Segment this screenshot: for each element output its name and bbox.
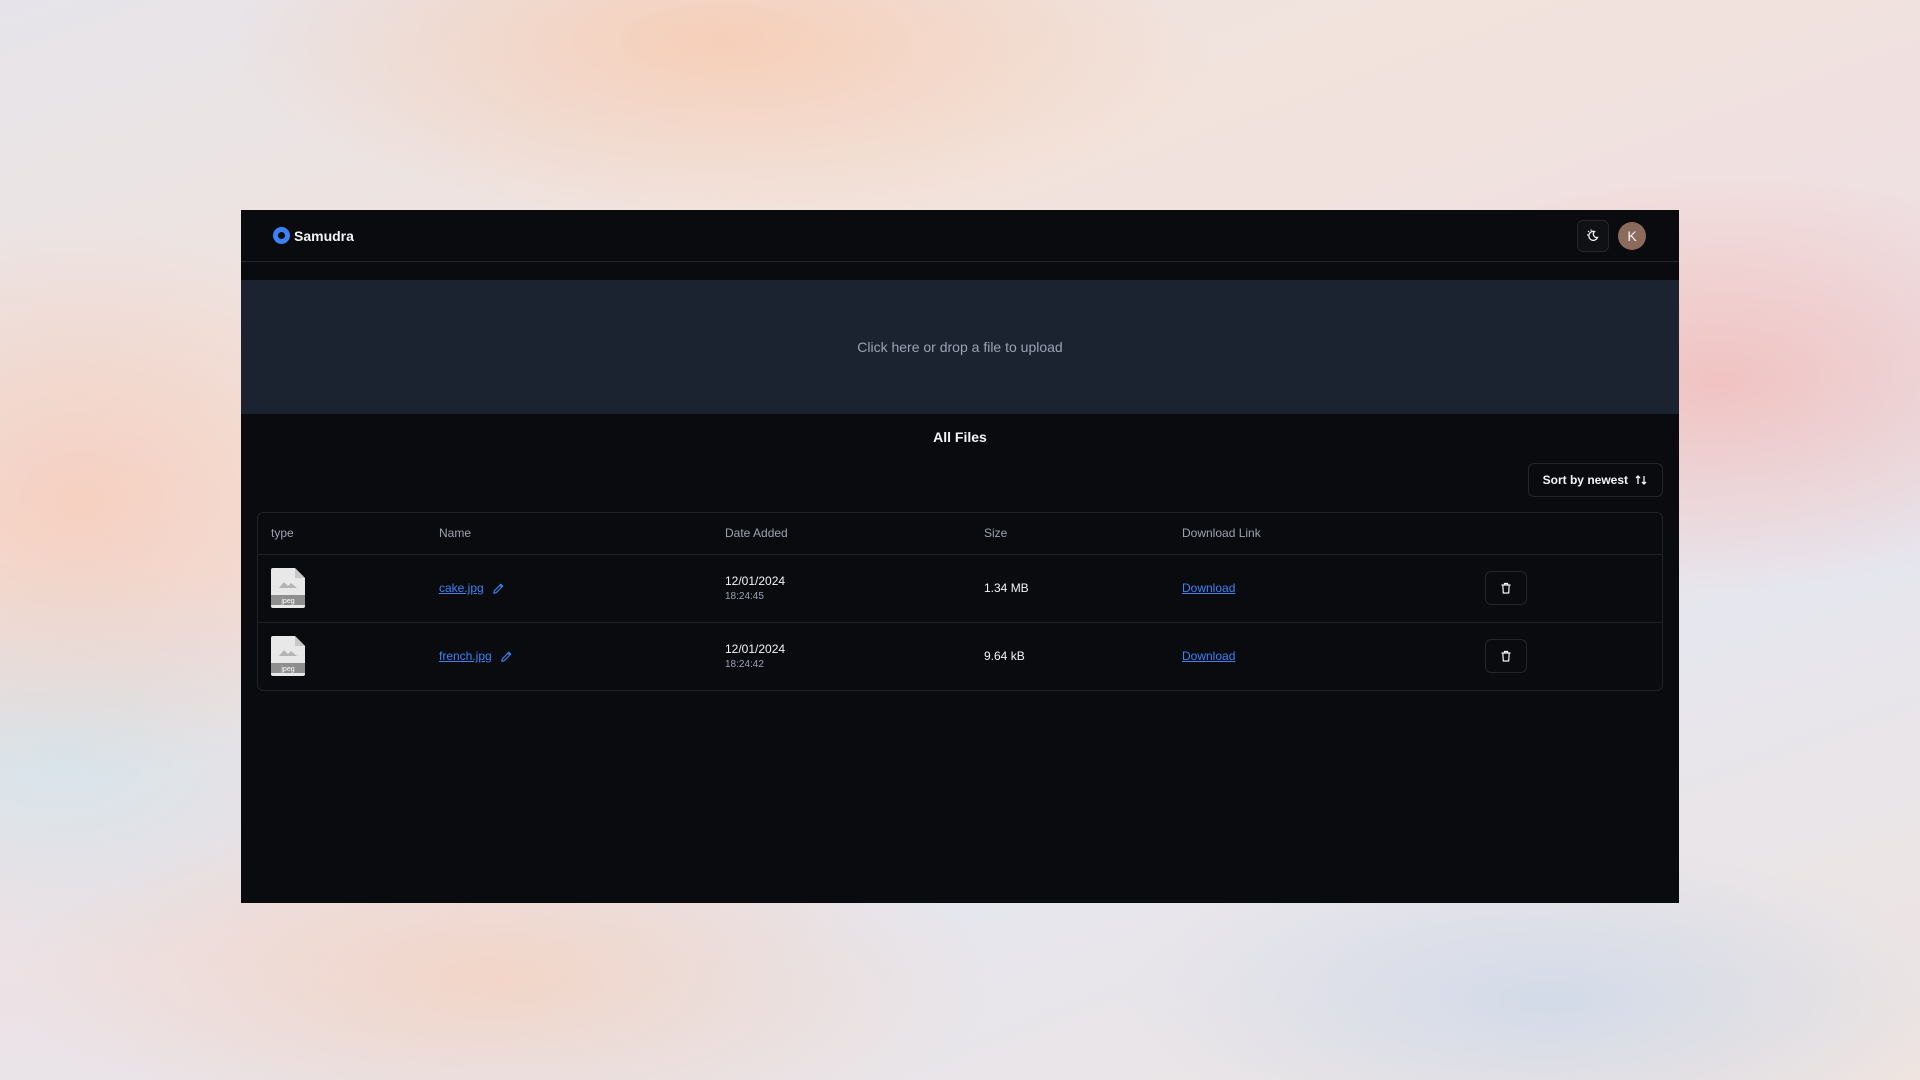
download-cell: Download: [1169, 622, 1472, 690]
user-avatar[interactable]: K: [1618, 221, 1646, 250]
top-bar: Samudra K: [241, 210, 1679, 262]
theme-toggle-button[interactable]: [1577, 219, 1609, 252]
top-actions: K: [1577, 219, 1646, 252]
file-name-link[interactable]: cake.jpg: [439, 581, 484, 595]
section-title: All Files: [933, 429, 987, 445]
download-cell: Download: [1169, 554, 1472, 623]
type-cell: jpeg: [258, 554, 426, 623]
jpeg-file-icon: jpeg: [271, 568, 305, 608]
type-cell: jpeg: [258, 622, 426, 690]
delete-button[interactable]: [1485, 639, 1527, 674]
upload-dropzone[interactable]: Click here or drop a file to upload: [241, 280, 1679, 414]
upload-label: Click here or drop a file to upload: [857, 339, 1063, 355]
column-header-type: type: [258, 513, 426, 555]
actions-cell: [1472, 554, 1662, 623]
date-added: 12/01/2024: [725, 574, 786, 588]
trash-icon: [1501, 651, 1511, 662]
sort-button[interactable]: Sort by newest: [1527, 463, 1663, 497]
theme-toggle-icon: [1587, 229, 1599, 241]
pencil-icon[interactable]: [492, 582, 505, 595]
column-header-date: Date Added: [712, 513, 971, 555]
column-header-size: Size: [971, 513, 1169, 555]
pencil-icon[interactable]: [500, 650, 513, 663]
actions-cell: [1472, 622, 1662, 690]
column-header-download: Download Link: [1169, 513, 1472, 555]
size-cell: 1.34 MB: [971, 554, 1169, 623]
size-cell: 9.64 kB: [984, 649, 1025, 664]
column-header-actions: [1472, 513, 1662, 555]
date-cell: 12/01/2024 18:24:45: [712, 554, 971, 623]
jpeg-file-icon: jpeg: [271, 636, 305, 677]
table-header-row: type Name Date Added Size Download Link: [258, 513, 1662, 555]
samudra-logo-icon: [273, 227, 290, 244]
table-row: jpeg french.jpg 12/01/2024 18:24:42 9.64…: [258, 622, 1662, 690]
name-cell: french.jpg: [426, 622, 712, 690]
trash-icon: [1501, 582, 1511, 594]
time-added: 18:24:45: [725, 591, 764, 602]
date-added: 12/01/2024: [725, 642, 786, 657]
time-added: 18:24:42: [725, 659, 764, 671]
download-link[interactable]: Download: [1182, 649, 1235, 663]
app-window: Samudra K Click here or drop a file to u…: [241, 210, 1679, 903]
sort-button-label: Sort by newest: [1542, 473, 1628, 487]
table-row: jpeg cake.jpg 12/01/2024 18:24:45 1.34 M…: [258, 554, 1662, 623]
file-type-label: jpeg: [280, 598, 294, 605]
name-cell: cake.jpg: [426, 554, 712, 623]
sort-arrows-icon: [1635, 475, 1647, 485]
file-name-link[interactable]: french.jpg: [439, 649, 492, 663]
date-cell: 12/01/2024 18:24:42: [712, 622, 971, 690]
brand[interactable]: Samudra: [273, 227, 354, 244]
column-header-name: Name: [426, 513, 712, 555]
file-type-label: jpeg: [280, 666, 294, 673]
brand-name: Samudra: [294, 227, 354, 244]
download-link[interactable]: Download: [1182, 581, 1235, 595]
files-table: type Name Date Added Size Download Link: [257, 512, 1663, 691]
delete-button[interactable]: [1485, 571, 1527, 605]
sort-row: Sort by newest: [241, 463, 1679, 497]
